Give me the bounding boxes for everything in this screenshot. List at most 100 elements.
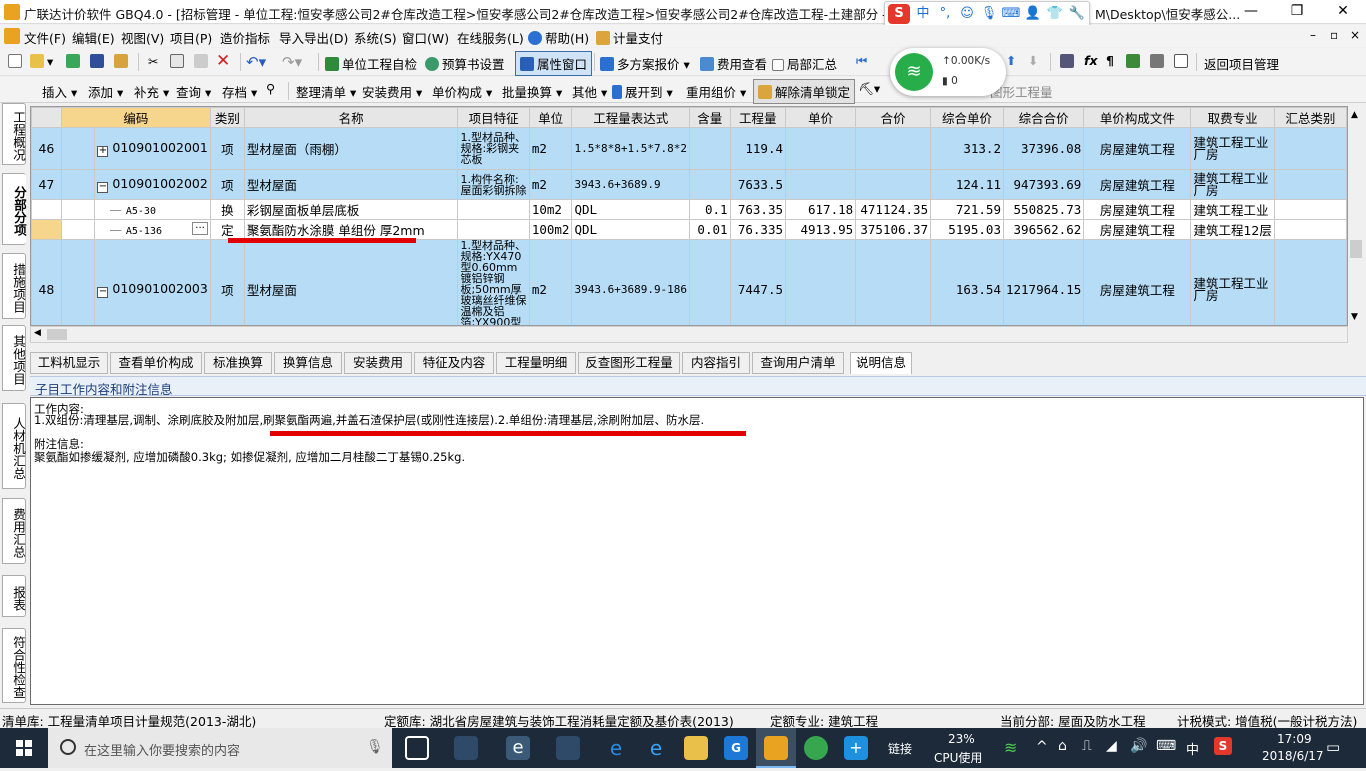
row-price[interactable]: 4913.95 — [785, 219, 857, 240]
menu-help[interactable]: 帮助(H) — [528, 28, 589, 47]
scroll-up-icon[interactable]: ▲ — [1351, 110, 1358, 120]
row-qty[interactable]: 119.4 — [729, 127, 787, 170]
refresh-icon[interactable] — [66, 54, 83, 69]
mdi-close-icon[interactable]: × — [1350, 28, 1360, 42]
other-button[interactable]: 其他 ▾ — [572, 82, 607, 101]
row-code[interactable]: — A5-30 — [94, 199, 211, 220]
row-expr[interactable]: QDL — [571, 199, 691, 220]
expand-to-button[interactable]: 展开到 ▾ — [612, 82, 673, 101]
sogou-tray-icon[interactable]: S — [1214, 737, 1232, 755]
row-name[interactable]: 型材屋面（雨棚） — [243, 127, 459, 170]
net-speed-widget[interactable]: ≋ ↑0.00K/s ▮ 0 — [890, 48, 1006, 96]
list-icon[interactable] — [1174, 54, 1191, 69]
row-sum[interactable] — [1273, 219, 1347, 240]
tab-labor-display[interactable]: 工料机显示 — [30, 352, 108, 374]
row-fee[interactable]: 建筑工程工业 — [1190, 199, 1275, 220]
tab-measures[interactable]: 措施项目 — [2, 253, 26, 319]
col-total[interactable]: 合价 — [855, 107, 932, 128]
menu-view[interactable]: 视图(V) — [121, 28, 164, 47]
col-content[interactable]: 含量 — [689, 107, 731, 128]
table-row[interactable]: 46 +010901002001 项 型材屋面（雨棚） 1.型材品种、规格:彩钢… — [31, 127, 1347, 170]
notification-icon[interactable]: ▭ — [1326, 738, 1340, 756]
row-content[interactable] — [689, 169, 731, 200]
taskbar-search[interactable]: 在这里输入你要搜索的内容 🎙 — [48, 728, 392, 768]
ime-tray[interactable]: 中 — [1186, 739, 1199, 758]
windows-start-icon[interactable] — [0, 728, 48, 768]
new-icon[interactable] — [8, 54, 25, 69]
table-row[interactable]: 48 −010901002003 项 型材屋面 1.型材品种、规格:YX470型… — [31, 239, 1347, 325]
collapse-icon[interactable]: − — [97, 182, 109, 193]
nav-first-icon[interactable]: ⏮ — [856, 53, 867, 69]
voice-icon[interactable]: 🎙 — [978, 2, 1000, 26]
volume-icon[interactable]: 🔊 — [1130, 738, 1147, 754]
row-code[interactable]: +010901002001 — [94, 127, 211, 170]
col-price[interactable]: 单价 — [785, 107, 857, 128]
row-file[interactable]: 房屋建筑工程 — [1083, 239, 1192, 325]
paint-icon[interactable]: ⛏▾ — [858, 81, 880, 97]
row-file[interactable]: 房屋建筑工程 — [1083, 219, 1192, 240]
row-type[interactable]: 项 — [209, 127, 245, 170]
col-file[interactable]: 单价构成文件 — [1083, 107, 1192, 128]
tab-user-list[interactable]: 查询用户清单 — [752, 352, 844, 374]
wifi-tray-icon[interactable]: ≋ — [1004, 738, 1017, 757]
query-button[interactable]: 查询 ▾ — [176, 82, 211, 101]
unlock-list-button[interactable]: 解除清单锁定 — [753, 79, 856, 104]
row-type[interactable]: 换 — [209, 199, 245, 220]
close-icon[interactable]: ✕ — [1320, 0, 1366, 24]
tab-compliance[interactable]: 符合性检查 — [2, 628, 26, 703]
row-content[interactable] — [689, 127, 731, 170]
menu-measure-pay[interactable]: 计量支付 — [596, 28, 663, 47]
tray-expand-icon[interactable]: ^ — [1036, 739, 1048, 755]
row-expr[interactable]: 1.5*8*8+1.5*7.8*2 — [571, 127, 691, 170]
row-fee[interactable]: 建筑工程12层 — [1190, 219, 1275, 240]
row-expr[interactable]: QDL — [571, 219, 691, 240]
row-unit[interactable]: 10m2 — [528, 199, 573, 220]
open-icon[interactable]: ▾ — [30, 54, 53, 69]
tab-qty-detail[interactable]: 工程量明细 — [496, 352, 576, 374]
tab-overview[interactable]: 工程概况 — [2, 103, 26, 165]
row-feature[interactable] — [457, 199, 530, 220]
calculator-icon[interactable] — [1060, 54, 1077, 69]
menu-window[interactable]: 窗口(W) — [402, 28, 449, 47]
row-feature[interactable]: 1.构件名称:屋面彩钢拆除 — [457, 169, 530, 200]
row-name[interactable]: 型材屋面 — [243, 239, 459, 325]
ime-punct[interactable]: °, — [934, 2, 956, 26]
keyboard-tray-icon[interactable]: ⌨ — [1156, 738, 1176, 754]
menu-project[interactable]: 项目(P) — [170, 28, 212, 47]
paragraph-icon[interactable]: ¶ — [1106, 53, 1114, 68]
mdi-minimize-icon[interactable]: – — [1310, 28, 1316, 42]
ime-lang[interactable]: 中 — [912, 2, 934, 26]
tray-link[interactable]: 链接 — [888, 740, 912, 757]
multi-quote-button[interactable]: 多方案报价 ▾ — [600, 54, 690, 73]
tab-reports[interactable]: 报表 — [2, 575, 26, 617]
row-content[interactable] — [689, 239, 731, 325]
scroll-thumb[interactable] — [1350, 240, 1362, 258]
edge-icon[interactable]: e — [604, 736, 628, 760]
col-cprice[interactable]: 综合单价 — [930, 107, 1004, 128]
row-feature[interactable]: 1.型材品种、规格:彩钢夹芯板 — [457, 127, 530, 170]
row-unit[interactable]: m2 — [528, 127, 573, 170]
plus-app-icon[interactable]: + — [844, 736, 868, 760]
grid-horizontal-scrollbar[interactable]: ◀ — [30, 326, 1348, 343]
menu-edit[interactable]: 编辑(E) — [72, 28, 115, 47]
scroll-left-icon[interactable]: ◀ — [34, 328, 41, 338]
delete-icon[interactable]: ✕ — [216, 51, 230, 71]
browser-icon[interactable] — [556, 736, 580, 760]
batch-convert-button[interactable]: 批量换算 ▾ — [502, 82, 562, 101]
menu-cost-index[interactable]: 造价指标 — [220, 28, 270, 47]
row-qty[interactable]: 763.35 — [729, 199, 787, 220]
row-name[interactable]: 型材屋面 — [243, 169, 459, 200]
tab-fee-summary[interactable]: 费用汇总 — [2, 498, 26, 564]
tab-content-guide[interactable]: 内容指引 — [682, 352, 750, 374]
green-app-icon[interactable] — [804, 736, 828, 760]
table-row[interactable]: 47 −010901002002 项 型材屋面 1.构件名称:屋面彩钢拆除 m2… — [31, 169, 1347, 200]
copy-icon[interactable] — [170, 54, 187, 69]
row-code[interactable]: — A5-136 ··· — [94, 219, 211, 240]
tab-price-comp[interactable]: 查看单价构成 — [110, 352, 202, 374]
bill-grid[interactable]: 编码 类别 名称 项目特征 单位 工程量表达式 含量 工程量 单价 合价 综合单… — [30, 106, 1348, 326]
file-explorer-icon[interactable] — [684, 736, 708, 760]
table-row[interactable]: — A5-136 ··· 定 聚氨酯防水涂膜 单组份 厚2mm 100m2 QDL… — [31, 219, 1347, 240]
back-to-project-button[interactable]: 返回项目管理 — [1204, 54, 1279, 73]
save-icon[interactable] — [90, 54, 107, 69]
glodon-icon[interactable]: G — [724, 736, 748, 760]
